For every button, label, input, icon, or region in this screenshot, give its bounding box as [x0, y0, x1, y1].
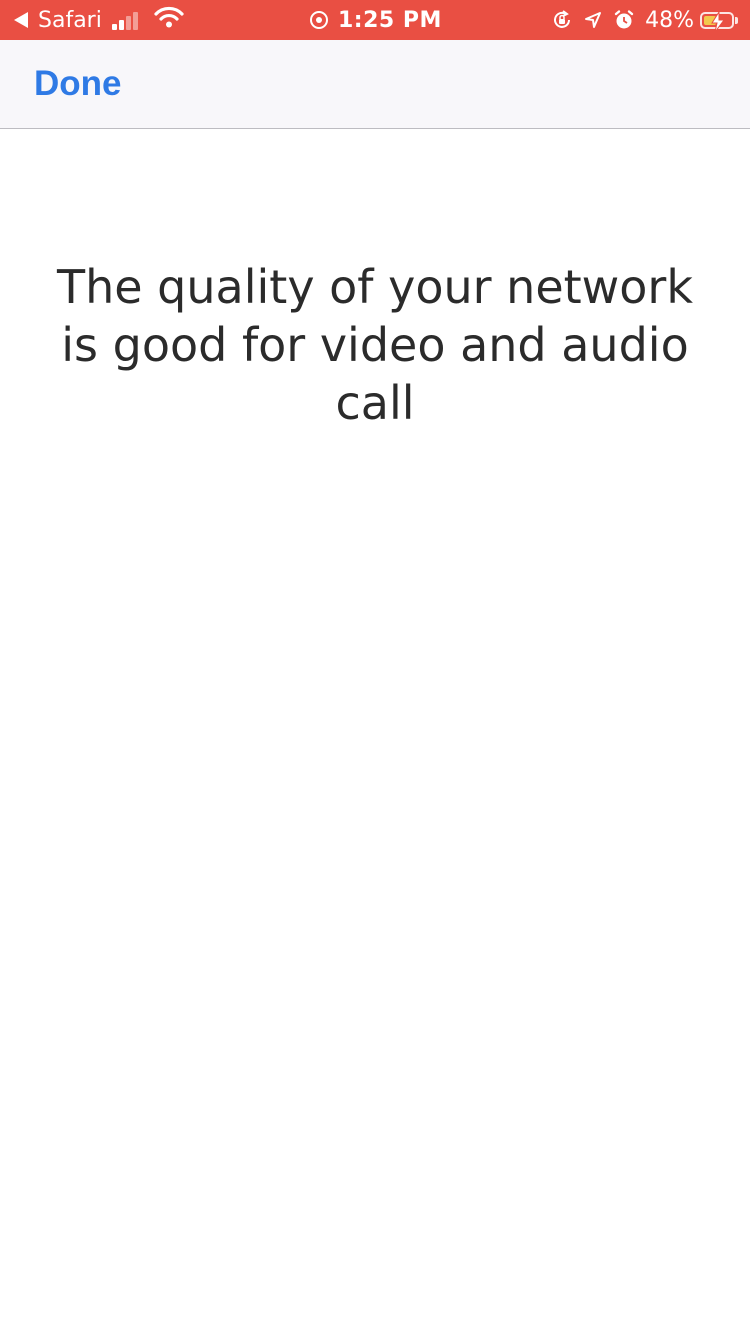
navigation-bar: Done: [0, 40, 750, 129]
status-bar: Safari 1:25 PM 48%: [0, 0, 750, 40]
status-time: 1:25 PM: [338, 7, 442, 33]
back-to-app-label[interactable]: Safari: [38, 8, 102, 33]
screen-recording-icon: [310, 11, 328, 29]
status-bar-right: 48%: [541, 0, 738, 40]
status-bar-center: 1:25 PM: [310, 0, 442, 40]
status-bar-left: Safari: [14, 0, 184, 40]
message-line: call: [335, 376, 415, 430]
battery-charging-icon: [700, 11, 734, 32]
message-line: The quality of your network: [57, 260, 693, 314]
cellular-signal-icon: [111, 10, 140, 30]
wifi-icon: [154, 6, 184, 34]
back-arrow-icon[interactable]: [14, 12, 28, 28]
network-quality-message: The quality of your network is good for …: [0, 258, 750, 432]
alarm-icon: [613, 9, 635, 31]
message-line: is good for video and audio: [61, 318, 689, 372]
done-button[interactable]: Done: [34, 64, 122, 104]
location-arrow-icon: [583, 10, 603, 30]
orientation-lock-icon: [551, 9, 573, 31]
battery-percent: 48%: [645, 7, 694, 33]
battery-cap: [735, 16, 738, 24]
